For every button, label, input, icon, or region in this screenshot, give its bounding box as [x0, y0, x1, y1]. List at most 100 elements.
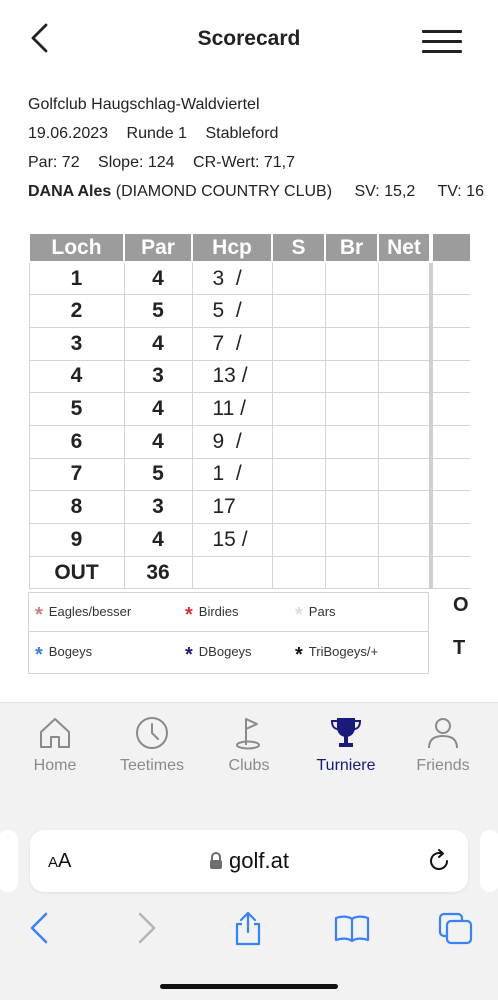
- cell-hcp: 3 /: [191, 261, 273, 296]
- tab-teetimes[interactable]: Teetimes: [107, 715, 197, 775]
- legend-label: Pars: [308, 604, 336, 619]
- bookmarks-button[interactable]: [332, 910, 372, 946]
- table-row: 649 / 1: [28, 424, 470, 459]
- cell-hcp: [191, 555, 273, 590]
- player-club: (DIAMOND COUNTRY CLUB): [115, 183, 333, 200]
- tab-turniere[interactable]: Turniere: [301, 715, 391, 775]
- cell-s: [271, 392, 326, 426]
- cell-hcp: 15 /: [191, 523, 273, 557]
- legend-label: Bogeys: [48, 644, 93, 659]
- cell-lo: 1: [429, 424, 470, 459]
- course-rating: CR-Wert: 71,7: [193, 154, 295, 171]
- legend-label: DBogeys: [198, 644, 252, 659]
- cell-br: [324, 294, 379, 328]
- round-info: Golfclub Haugschlag-Waldviertel 19.06.20…: [28, 90, 498, 206]
- cell-hcp: 13 /: [191, 359, 273, 394]
- menu-button[interactable]: [422, 30, 464, 54]
- lock-icon: [210, 852, 223, 869]
- club-name: Golfclub Haugschlag-Waldviertel: [28, 96, 260, 113]
- asterisk-icon: *: [185, 644, 193, 666]
- home-indicator: [160, 984, 338, 989]
- cell-hcp: 7 /: [191, 326, 273, 361]
- cell-par: 5: [123, 294, 193, 328]
- score-grid: LochParHcpSBrNetLo 143 /1255 /1347 /1431…: [28, 232, 470, 590]
- browser-forward-button[interactable]: [126, 910, 166, 946]
- share-button[interactable]: [228, 910, 268, 946]
- clock-icon: [136, 717, 168, 749]
- cell-lo: 1: [429, 457, 470, 492]
- hamburger-line: [422, 40, 462, 43]
- cell-par: 3: [123, 359, 193, 394]
- side-label-total: T: [453, 637, 466, 659]
- cell-par: 4: [123, 523, 193, 557]
- url-display[interactable]: golf.at: [30, 848, 468, 874]
- cell-br: [324, 392, 379, 426]
- column-header: Net: [377, 232, 432, 263]
- cell-net: [377, 457, 432, 492]
- cell-br: [324, 457, 379, 492]
- cell-br: [324, 523, 379, 557]
- asterisk-icon: *: [185, 604, 193, 626]
- reload-icon[interactable]: [426, 848, 452, 874]
- cell-s: [271, 294, 326, 328]
- cell-net: [377, 490, 432, 524]
- domain-text: golf.at: [229, 848, 289, 873]
- cell-hcp: 5 /: [191, 294, 273, 328]
- tab-label: Teetimes: [119, 757, 185, 774]
- column-header: Lo: [429, 232, 470, 263]
- cell-net: [377, 392, 432, 426]
- cell-s: [271, 523, 326, 557]
- table-row: 8317 1: [28, 490, 470, 524]
- cell-par: 4: [123, 261, 193, 296]
- cell-loch: 9: [28, 523, 125, 557]
- cell-par: 4: [123, 326, 193, 361]
- legend-label: Birdies: [198, 604, 239, 619]
- asterisk-icon: *: [295, 604, 303, 626]
- cell-net: [377, 261, 432, 296]
- tab-clubs[interactable]: Clubs: [204, 715, 294, 775]
- cell-loch: 5: [28, 392, 125, 426]
- tabs-button[interactable]: [436, 910, 476, 946]
- cell-par: 5: [123, 457, 193, 492]
- cell-net: [377, 523, 432, 557]
- cell-loch: 4: [28, 359, 125, 394]
- table-row: 255 / 1: [28, 294, 470, 328]
- asterisk-icon: *: [35, 644, 43, 666]
- legend-label: Eagles/besser: [48, 604, 132, 619]
- cell-loch: 8: [28, 490, 125, 524]
- cell-lo: 1: [429, 294, 470, 328]
- column-header: Loch: [28, 232, 125, 263]
- cell-net: [377, 424, 432, 459]
- tab-home[interactable]: Home: [10, 715, 100, 775]
- column-header: S: [271, 232, 326, 263]
- trophy-icon: [330, 718, 362, 747]
- tab-label: Friends: [416, 757, 470, 774]
- table-row: 5411 / 1: [28, 392, 470, 426]
- tab-label: Home: [33, 757, 77, 774]
- cell-par: 4: [123, 424, 193, 459]
- browser-toolbar: AA golf.at: [0, 820, 498, 1000]
- cell-s: [271, 359, 326, 394]
- previous-tab-pill[interactable]: [0, 830, 18, 892]
- legend-item: * Birdies: [185, 604, 239, 627]
- legend-item: * Eagles/besser: [35, 604, 131, 627]
- tab-friends[interactable]: Friends: [398, 715, 488, 775]
- next-tab-pill[interactable]: [480, 830, 498, 892]
- cell-lo: 1: [429, 359, 470, 394]
- cell-loch: OUT: [28, 555, 125, 590]
- browser-back-button[interactable]: [22, 910, 62, 946]
- hamburger-line: [422, 50, 462, 53]
- cell-net: [377, 555, 432, 590]
- cell-loch: 6: [28, 424, 125, 459]
- address-bar[interactable]: AA golf.at: [30, 830, 468, 892]
- cell-loch: 2: [28, 294, 125, 328]
- cell-br: [324, 359, 379, 394]
- legend-row: * Bogeys * DBogeys * TriBogeys/+: [29, 634, 429, 672]
- hamburger-icon: [422, 30, 462, 33]
- cell-loch: 1: [28, 261, 125, 296]
- person-icon: [428, 718, 458, 749]
- app-header: Scorecard: [0, 0, 498, 80]
- table-header-row: LochParHcpSBrNetLo: [28, 232, 470, 263]
- legend-item: * DBogeys: [185, 644, 252, 667]
- cell-loch: 7: [28, 457, 125, 492]
